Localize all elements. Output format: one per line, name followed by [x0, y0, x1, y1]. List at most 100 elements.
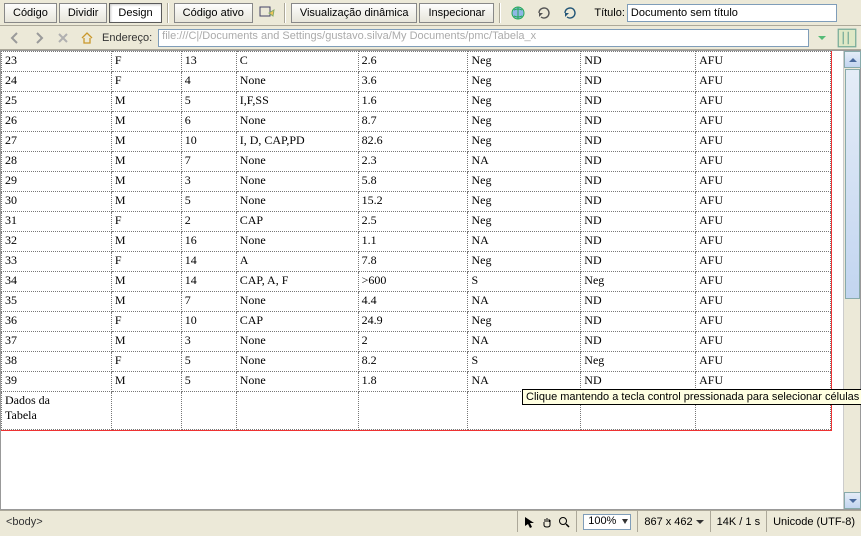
table-cell[interactable]: 14 — [181, 252, 236, 272]
table-cell[interactable]: AFU — [696, 52, 831, 72]
table-cell[interactable]: ND — [581, 112, 696, 132]
table-row[interactable]: 30M5None15.2NegNDAFU — [2, 192, 831, 212]
table-cell[interactable]: None — [236, 232, 358, 252]
table-cell[interactable]: 34 — [2, 272, 112, 292]
zoom-tool-icon[interactable] — [556, 514, 572, 530]
table-row[interactable]: 23F13C2.6NegNDAFU — [2, 52, 831, 72]
table-cell[interactable]: Neg — [468, 92, 581, 112]
address-go-icon[interactable] — [837, 28, 857, 48]
table-cell[interactable]: 28 — [2, 152, 112, 172]
table-row[interactable]: 31F2CAP2.5NegNDAFU — [2, 212, 831, 232]
table-cell[interactable]: Neg — [468, 212, 581, 232]
table-cell[interactable]: 23 — [2, 52, 112, 72]
table-cell[interactable]: Neg — [468, 72, 581, 92]
browser-globe-icon[interactable] — [506, 3, 530, 23]
table-cell[interactable]: 5 — [181, 192, 236, 212]
table-cell[interactable]: NA — [468, 232, 581, 252]
table-cell[interactable]: CAP — [236, 212, 358, 232]
nav-forward-icon[interactable] — [28, 28, 50, 48]
table-cell[interactable]: M — [111, 372, 181, 392]
table-cell[interactable]: 5.8 — [358, 172, 468, 192]
table-cell[interactable]: M — [111, 152, 181, 172]
table-cell[interactable]: AFU — [696, 132, 831, 152]
table-cell[interactable]: 29 — [2, 172, 112, 192]
table-cell[interactable]: CAP — [236, 312, 358, 332]
scroll-thumb[interactable] — [845, 69, 860, 299]
table-cell[interactable]: F — [111, 52, 181, 72]
table-cell[interactable]: 8.2 — [358, 352, 468, 372]
data-table[interactable]: 23F13C2.6NegNDAFU24F4None3.6NegNDAFU25M5… — [1, 51, 831, 430]
table-cell[interactable]: M — [111, 232, 181, 252]
table-row[interactable]: 38F5None8.2SNegAFU — [2, 352, 831, 372]
table-cell[interactable]: ND — [581, 132, 696, 152]
table-cell[interactable]: M — [111, 272, 181, 292]
table-cell[interactable]: 26 — [2, 112, 112, 132]
table-cell[interactable]: None — [236, 352, 358, 372]
table-cell[interactable]: ND — [581, 232, 696, 252]
table-cell[interactable]: CAP, A, F — [236, 272, 358, 292]
table-cell[interactable]: 3 — [181, 332, 236, 352]
nav-back-icon[interactable] — [4, 28, 26, 48]
table-cell[interactable]: 24.9 — [358, 312, 468, 332]
table-cell[interactable]: None — [236, 172, 358, 192]
table-row[interactable]: 35M7None4.4NANDAFU — [2, 292, 831, 312]
table-cell[interactable]: AFU — [696, 112, 831, 132]
design-view-button[interactable]: Design — [109, 3, 161, 23]
table-cell[interactable]: 25 — [2, 92, 112, 112]
page-encoding[interactable]: Unicode (UTF-8) — [766, 511, 861, 532]
table-cell[interactable]: Neg — [581, 272, 696, 292]
table-cell[interactable]: AFU — [696, 252, 831, 272]
table-cell[interactable]: None — [236, 192, 358, 212]
zoom-level[interactable]: 100% — [576, 511, 637, 532]
table-cell[interactable]: ND — [581, 332, 696, 352]
table-cell[interactable]: ND — [581, 312, 696, 332]
table-cell[interactable]: 37 — [2, 332, 112, 352]
scroll-down-icon[interactable] — [844, 492, 861, 509]
table-cell[interactable]: M — [111, 132, 181, 152]
design-canvas[interactable]: 23F13C2.6NegNDAFU24F4None3.6NegNDAFU25M5… — [0, 50, 861, 510]
pointer-tool-icon[interactable] — [522, 514, 538, 530]
table-cell[interactable]: ND — [581, 292, 696, 312]
table-cell[interactable]: 36 — [2, 312, 112, 332]
table-cell[interactable]: F — [111, 352, 181, 372]
table-cell[interactable]: Neg — [581, 352, 696, 372]
table-cell[interactable]: 35 — [2, 292, 112, 312]
table-cell[interactable]: 10 — [181, 312, 236, 332]
table-cell[interactable]: 2.3 — [358, 152, 468, 172]
table-cell[interactable]: 5 — [181, 372, 236, 392]
table-cell[interactable]: F — [111, 212, 181, 232]
table-cell[interactable]: Neg — [468, 192, 581, 212]
table-cell[interactable]: AFU — [696, 292, 831, 312]
table-cell[interactable]: 15.2 — [358, 192, 468, 212]
table-cell[interactable]: None — [236, 112, 358, 132]
table-cell[interactable]: AFU — [696, 172, 831, 192]
table-cell[interactable]: ND — [581, 152, 696, 172]
table-row[interactable]: 29M3None5.8NegNDAFU — [2, 172, 831, 192]
nav-stop-icon[interactable] — [52, 28, 74, 48]
table-cell[interactable]: None — [236, 72, 358, 92]
table-cell[interactable]: 39 — [2, 372, 112, 392]
table-row[interactable]: 33F14A7.8NegNDAFU — [2, 252, 831, 272]
table-cell[interactable]: 13 — [181, 52, 236, 72]
address-input[interactable]: file:///C|/Documents and Settings/gustav… — [158, 29, 809, 47]
table-cell[interactable]: 1.6 — [358, 92, 468, 112]
table-cell[interactable]: 6 — [181, 112, 236, 132]
refresh-browser-icon[interactable] — [558, 3, 582, 23]
table-cell[interactable]: 8.7 — [358, 112, 468, 132]
nav-home-icon[interactable] — [76, 28, 98, 48]
table-cell[interactable]: M — [111, 112, 181, 132]
table-cell[interactable] — [111, 392, 181, 430]
table-cell[interactable]: 3 — [181, 172, 236, 192]
table-caption-cell[interactable]: Dados daTabela — [2, 392, 112, 430]
window-dimensions[interactable]: 867 x 462 — [637, 511, 709, 532]
address-dropdown-icon[interactable] — [811, 28, 833, 48]
inspect-button[interactable]: Inspecionar — [419, 3, 494, 23]
table-cell[interactable]: AFU — [696, 232, 831, 252]
table-cell[interactable]: 31 — [2, 212, 112, 232]
code-view-button[interactable]: Código — [4, 3, 57, 23]
table-cell[interactable]: 7.8 — [358, 252, 468, 272]
table-cell[interactable]: AFU — [696, 192, 831, 212]
table-cell[interactable]: 1.1 — [358, 232, 468, 252]
table-cell[interactable]: Neg — [468, 172, 581, 192]
table-cell[interactable]: ND — [581, 72, 696, 92]
